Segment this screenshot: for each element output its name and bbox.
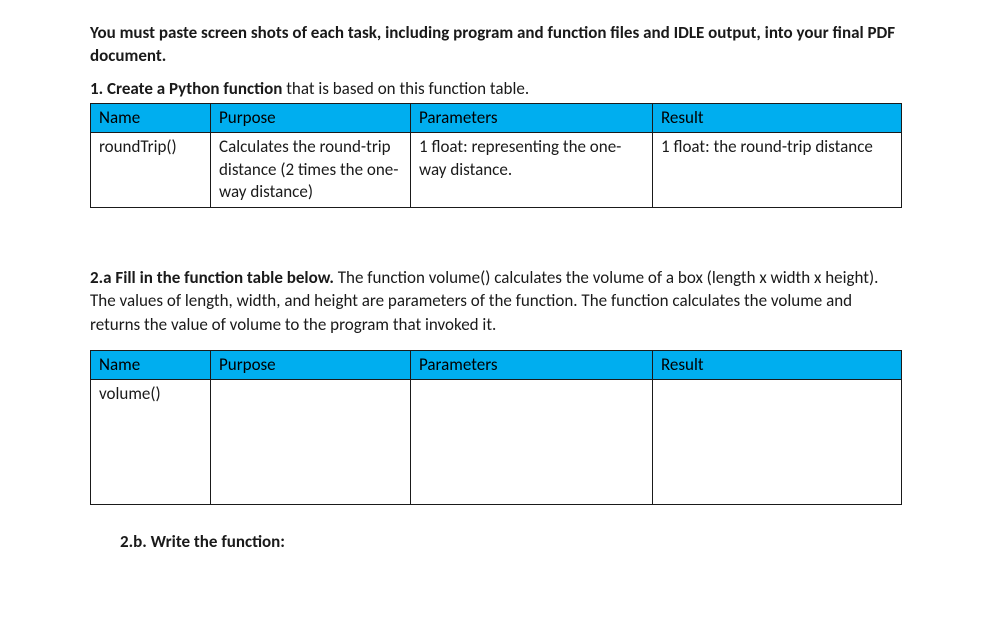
table-row: roundTrip() Calculates the round-trip di… xyxy=(91,133,902,207)
cell-purpose: Calculates the round-trip distance (2 ti… xyxy=(211,133,411,207)
cell-name: volume() xyxy=(91,380,211,505)
col-header-parameters: Parameters xyxy=(411,350,653,379)
cell-parameters: 1 float: representing the one-way distan… xyxy=(411,133,653,207)
function-table-1: Name Purpose Parameters Result roundTrip… xyxy=(90,103,902,208)
cell-result xyxy=(653,380,902,505)
col-header-result: Result xyxy=(653,350,902,379)
task-1-prompt: 1. Create a Python function that is base… xyxy=(90,78,902,99)
cell-name: roundTrip() xyxy=(91,133,211,207)
col-header-purpose: Purpose xyxy=(211,350,411,379)
function-table-2: Name Purpose Parameters Result volume() xyxy=(90,350,902,505)
worksheet-page: You must paste screen shots of each task… xyxy=(0,0,982,582)
col-header-name: Name xyxy=(91,103,211,132)
task-2a-lead: 2.a Fill in the function table below. xyxy=(90,267,334,288)
table-header-row: Name Purpose Parameters Result xyxy=(91,350,902,379)
cell-parameters xyxy=(411,380,653,505)
col-header-name: Name xyxy=(91,350,211,379)
task-1-rest: that is based on this function table. xyxy=(282,78,529,99)
task-1-lead: 1. Create a Python function xyxy=(90,78,282,99)
small-spacer xyxy=(90,340,902,350)
col-header-parameters: Parameters xyxy=(411,103,653,132)
task-2a-prompt: 2.a Fill in the function table below. Th… xyxy=(90,266,902,336)
cell-result: 1 float: the round-trip distance xyxy=(653,133,902,207)
cell-purpose xyxy=(211,380,411,505)
overall-instructions: You must paste screen shots of each task… xyxy=(90,22,902,68)
col-header-purpose: Purpose xyxy=(211,103,411,132)
vertical-spacer xyxy=(90,208,902,266)
table-header-row: Name Purpose Parameters Result xyxy=(91,103,902,132)
col-header-result: Result xyxy=(653,103,902,132)
table-row: volume() xyxy=(91,380,902,505)
task-2b-label: 2.b. Write the function: xyxy=(120,531,902,552)
